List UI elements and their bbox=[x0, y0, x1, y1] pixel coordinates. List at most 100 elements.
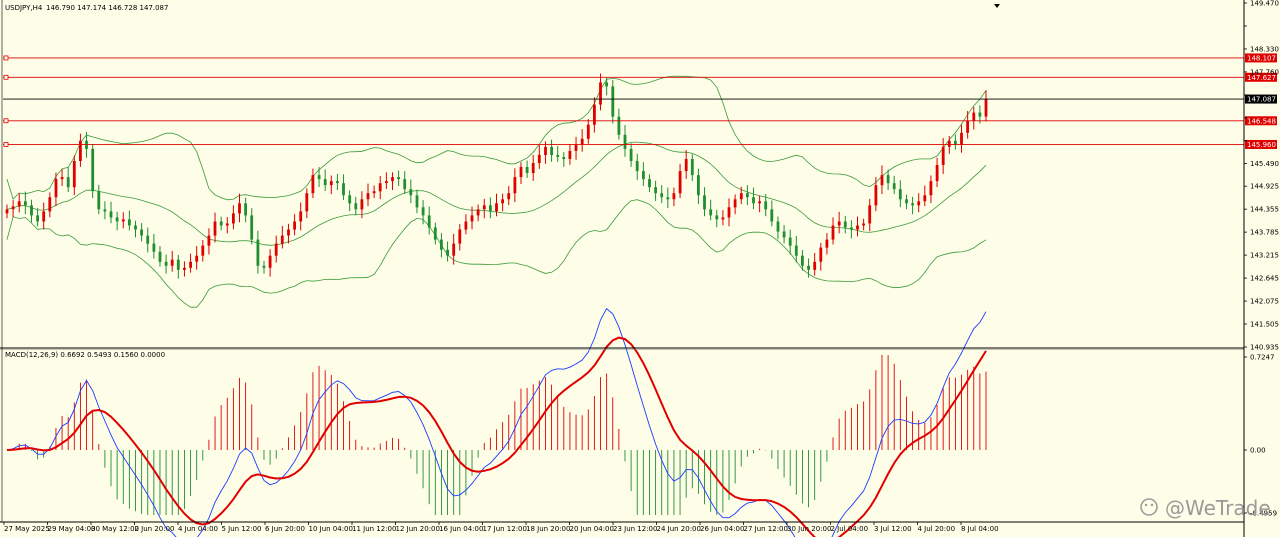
time-tick-label: 27 Jun 12:00 bbox=[744, 525, 788, 533]
candle-body bbox=[850, 227, 853, 230]
candle-body bbox=[213, 221, 217, 236]
candle-body bbox=[348, 195, 352, 204]
candle-body bbox=[862, 223, 865, 226]
candle-body bbox=[36, 215, 39, 222]
time-tick-label: 5 Jun 12:00 bbox=[222, 525, 262, 533]
candle-body bbox=[287, 229, 290, 236]
candle-body bbox=[342, 183, 345, 196]
candle-body bbox=[195, 255, 199, 262]
candle-body bbox=[733, 199, 737, 208]
candle-body bbox=[176, 259, 180, 270]
time-tick-label: 2 Jun 20:00 bbox=[135, 525, 175, 533]
candle-body bbox=[54, 179, 58, 198]
time-tick-label: 30 May 12:00 bbox=[91, 525, 139, 533]
price-tick-label: 142.645 bbox=[1250, 275, 1279, 283]
candle-body bbox=[452, 243, 456, 256]
candle-body bbox=[611, 86, 615, 117]
candle-body bbox=[311, 175, 315, 194]
price-tick-label: 144.925 bbox=[1250, 183, 1279, 191]
candle-body bbox=[593, 104, 596, 125]
candle-body bbox=[660, 193, 664, 198]
candle-body bbox=[813, 261, 817, 270]
macd-tick-label: 0.00 bbox=[1250, 446, 1266, 454]
candle-body bbox=[758, 201, 761, 204]
candle-body bbox=[256, 239, 260, 266]
time-tick-label: 26 Jun 04:00 bbox=[700, 525, 744, 533]
candle-body bbox=[752, 197, 755, 204]
candle-body bbox=[972, 112, 976, 121]
candle-body bbox=[727, 207, 731, 218]
candle-body bbox=[629, 148, 633, 161]
candle-body bbox=[91, 148, 95, 192]
candle-body bbox=[5, 209, 9, 214]
candle-body bbox=[819, 247, 823, 262]
candle-body bbox=[648, 179, 651, 188]
candle-body bbox=[519, 167, 523, 178]
price-tick-label: 143.215 bbox=[1250, 252, 1279, 260]
candle-body bbox=[391, 177, 394, 182]
candle-body bbox=[421, 207, 425, 216]
candle-body bbox=[164, 261, 168, 266]
candle-body bbox=[458, 229, 462, 244]
candle-body bbox=[794, 245, 798, 256]
time-tick-label: 11 Jun 12:00 bbox=[352, 525, 396, 533]
candle-body bbox=[66, 177, 70, 188]
candle-body bbox=[935, 165, 939, 182]
time-tick-label: 4 Jun 04:00 bbox=[178, 525, 218, 533]
candle-body bbox=[507, 193, 511, 200]
candle-body bbox=[892, 183, 896, 190]
candle-body bbox=[250, 215, 254, 240]
time-tick-label: 20 Jun 04:00 bbox=[570, 525, 614, 533]
price-tick-label: 144.355 bbox=[1250, 206, 1279, 214]
candle-body bbox=[843, 221, 847, 228]
candle-body bbox=[48, 197, 52, 212]
candle-body bbox=[134, 225, 137, 230]
candle-body bbox=[30, 205, 33, 216]
level-handle-148.107 bbox=[3, 55, 9, 61]
time-tick-label: 17 Jun 12:00 bbox=[483, 525, 527, 533]
level-handle-146.548 bbox=[3, 118, 9, 124]
candle-body bbox=[550, 146, 553, 155]
candle-body bbox=[42, 211, 46, 222]
candle-body bbox=[427, 215, 431, 228]
candle-body bbox=[97, 191, 101, 210]
candle-body bbox=[898, 189, 902, 200]
candle-body bbox=[158, 251, 162, 262]
candle-body bbox=[470, 215, 474, 222]
candle-body bbox=[672, 193, 676, 200]
candle-body bbox=[739, 193, 743, 200]
candle-body bbox=[746, 193, 749, 198]
candle-body bbox=[586, 124, 590, 139]
candle-body bbox=[170, 259, 174, 266]
time-tick-label: 29 May 04:00 bbox=[48, 525, 96, 533]
candle-body bbox=[397, 177, 400, 180]
candle-body bbox=[886, 175, 890, 184]
candle-body bbox=[966, 120, 969, 133]
time-tick-label: 27 May 2025 bbox=[4, 525, 50, 533]
candle-body bbox=[868, 205, 872, 224]
candle-body bbox=[440, 239, 443, 250]
candle-body bbox=[476, 209, 480, 216]
candle-body bbox=[293, 221, 296, 230]
candle-body bbox=[807, 265, 810, 270]
candle-body bbox=[776, 221, 780, 232]
candle-body bbox=[366, 193, 370, 200]
price-tick-label: 149.470 bbox=[1250, 0, 1279, 8]
candle-body bbox=[225, 223, 229, 226]
candle-body bbox=[880, 175, 884, 186]
candle-body bbox=[103, 209, 107, 212]
candle-body bbox=[525, 167, 529, 173]
candle-body bbox=[201, 245, 205, 256]
price-tick-label: 141.505 bbox=[1250, 321, 1279, 329]
candle-body bbox=[140, 229, 143, 236]
price-tick-label: 142.075 bbox=[1250, 298, 1279, 306]
time-tick-label: 10 Jun 04:00 bbox=[309, 525, 353, 533]
price-tick-label: 148.330 bbox=[1250, 45, 1279, 53]
candle-body bbox=[984, 99, 988, 117]
candle-body bbox=[709, 209, 713, 216]
candle-body bbox=[183, 267, 186, 270]
candle-body bbox=[409, 189, 413, 196]
candle-body bbox=[385, 181, 388, 184]
candle-body bbox=[770, 209, 774, 222]
candle-body bbox=[960, 132, 963, 145]
